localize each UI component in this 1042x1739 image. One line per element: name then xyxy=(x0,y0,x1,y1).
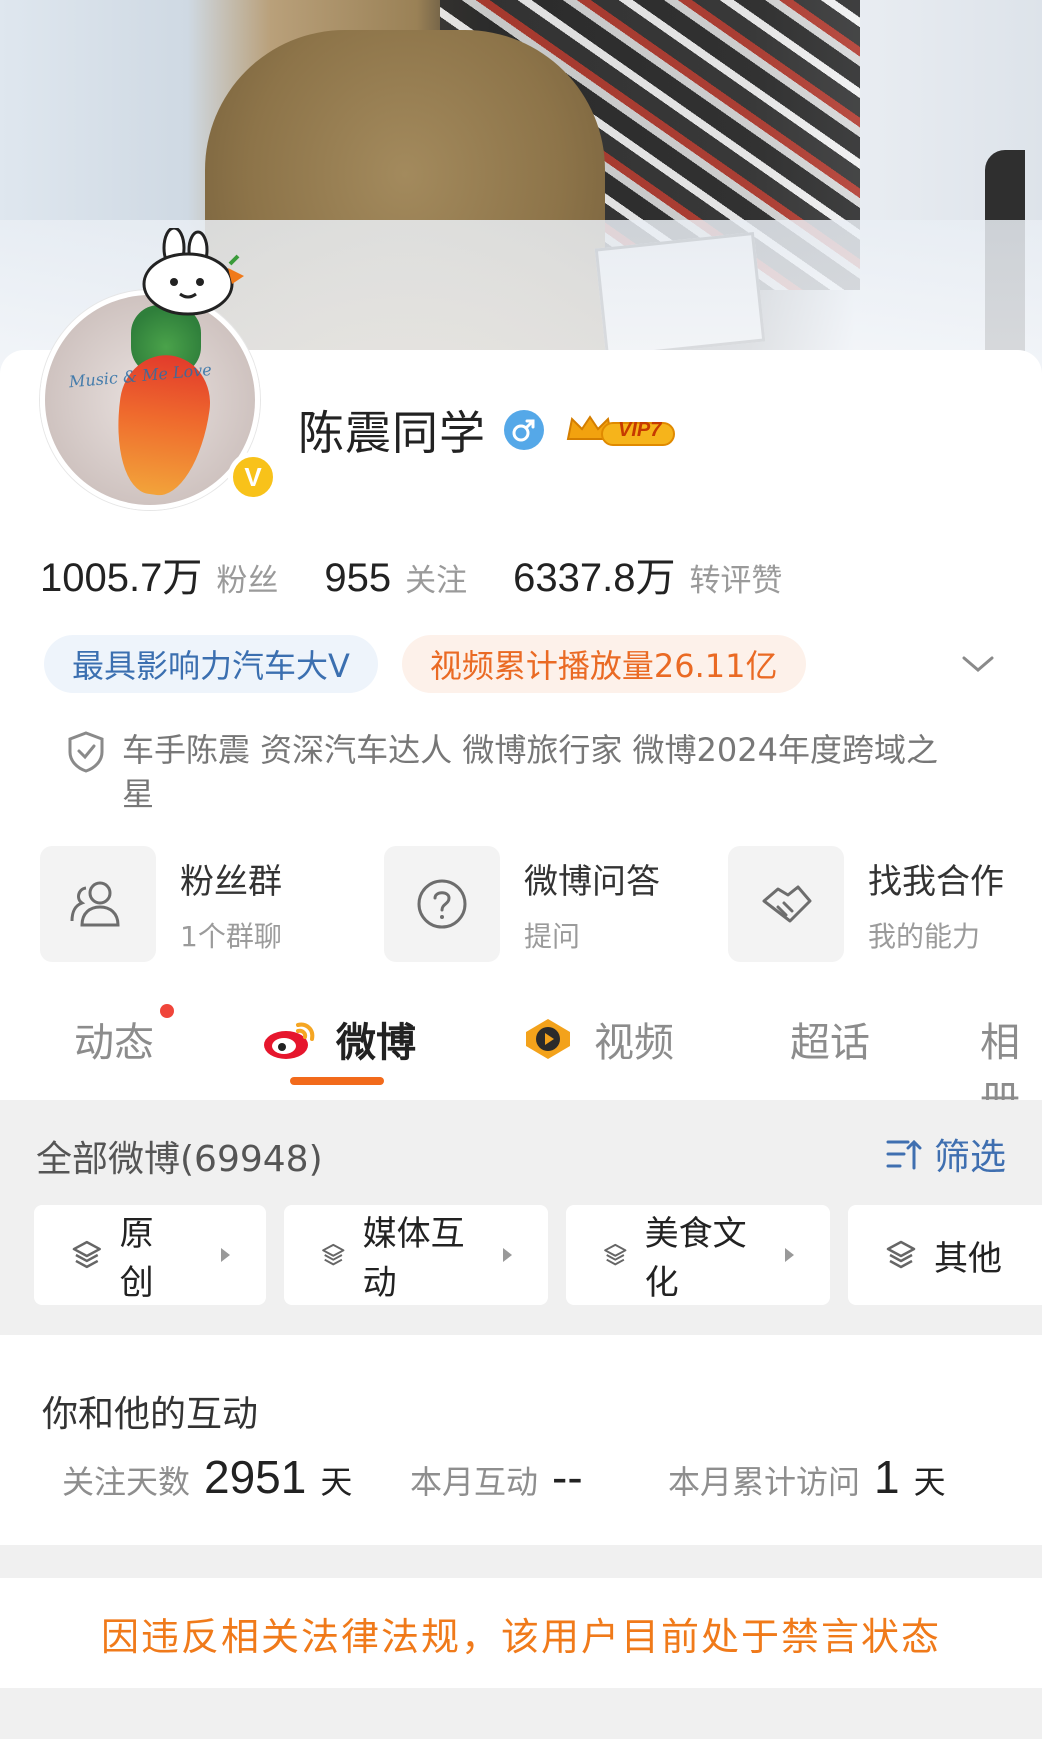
weibo-logo-icon xyxy=(264,1022,315,1059)
service-title: 粉丝群 xyxy=(180,861,282,902)
all-weibo-count: 全部微博(69948) xyxy=(36,1139,323,1180)
stat-likes-value: 6337.8万 xyxy=(513,556,676,600)
layers-icon xyxy=(322,1243,345,1266)
chip-media-interaction[interactable]: 媒体互动 xyxy=(284,1205,548,1305)
service-subtitle: 我的能力 xyxy=(868,919,981,953)
stat-following-label: 关注 xyxy=(405,563,468,599)
layers-icon xyxy=(886,1240,916,1269)
verified-v-text: V xyxy=(244,461,262,492)
interaction-visits: 本月累计访问 1 天 xyxy=(668,1450,988,1504)
vip-label: VIP7 xyxy=(618,419,662,441)
interaction-month: 本月互动 -- xyxy=(410,1450,668,1504)
service-subtitle: 1个群聊 xyxy=(180,919,282,953)
service-fan-group[interactable]: 粉丝群 1个群聊 xyxy=(40,844,384,964)
layers-icon xyxy=(72,1240,101,1269)
caret-right-icon xyxy=(785,1248,794,1262)
chip-label: 其他 xyxy=(934,1238,1002,1279)
question-icon xyxy=(417,879,467,929)
filter-icon xyxy=(886,1139,922,1170)
interaction-value: 1 xyxy=(874,1451,900,1503)
stat-fans[interactable]: 1005.7万 粉丝 xyxy=(40,545,278,603)
caret-right-icon xyxy=(221,1248,230,1262)
chevron-down-icon[interactable] xyxy=(960,650,996,678)
avatar-image[interactable]: Music & Me Love xyxy=(40,290,260,510)
service-weibo-qa[interactable]: 微博问答 提问 xyxy=(384,844,728,964)
tab-feed-label: 动态 xyxy=(74,1020,154,1066)
tag-video-plays[interactable]: 视频累计播放量26.11亿 xyxy=(401,635,806,693)
tab-video[interactable]: 视频 xyxy=(520,1010,674,1068)
category-chips: 原创 媒体互动 美食文化 其他 xyxy=(34,1205,1042,1305)
tab-weibo[interactable]: 微博 xyxy=(260,1010,416,1068)
tab-weibo-label: 微博 xyxy=(336,1020,416,1066)
video-tab-icon xyxy=(526,1019,570,1059)
verified-v-badge: V xyxy=(228,452,278,502)
interaction-value: -- xyxy=(552,1451,583,1503)
service-title: 微博问答 xyxy=(524,861,660,902)
bunny-sticker-icon xyxy=(142,228,244,316)
stat-fans-label: 粉丝 xyxy=(216,563,279,599)
tag-pills: 最具影响力汽车大V 视频累计播放量26.11亿 xyxy=(44,635,806,693)
tag-influence[interactable]: 最具影响力汽车大V xyxy=(44,635,378,693)
chip-food-culture[interactable]: 美食文化 xyxy=(566,1205,830,1305)
profile-name[interactable]: 陈震同学 xyxy=(298,397,486,463)
interaction-key: 本月互动 xyxy=(410,1463,539,1501)
notification-dot xyxy=(160,1004,174,1018)
service-subtitle: 提问 xyxy=(524,919,581,953)
filter-button[interactable]: 筛选 xyxy=(884,1128,1006,1180)
interaction-key: 关注天数 xyxy=(62,1463,191,1501)
tab-feed[interactable]: 动态 xyxy=(74,1010,154,1068)
service-title: 找我合作 xyxy=(868,861,1004,902)
interaction-key: 本月累计访问 xyxy=(668,1463,861,1501)
avatar[interactable]: Music & Me Love V xyxy=(40,228,278,510)
chip-original[interactable]: 原创 xyxy=(34,1205,266,1305)
chip-other[interactable]: 其他 xyxy=(848,1205,1042,1305)
stats-row: 1005.7万 粉丝 955 关注 6337.8万 转评赞 xyxy=(40,545,782,605)
verification-text: 车手陈震 资深汽车达人 微博旅行家 微博2024年度跨域之星 xyxy=(122,731,938,813)
tab-video-label: 视频 xyxy=(594,1020,674,1066)
tab-supertopic[interactable]: 超话 xyxy=(790,1010,870,1068)
service-cooperation[interactable]: 找我合作 我的能力 xyxy=(728,844,1042,964)
caret-right-icon xyxy=(503,1248,512,1262)
handshake-icon xyxy=(762,885,812,923)
stat-likes-label: 转评赞 xyxy=(689,563,783,599)
chip-label: 媒体互动 xyxy=(362,1214,465,1303)
tab-supertopic-label: 超话 xyxy=(790,1020,870,1066)
ban-notice-text: 因违反相关法律法规，该用户目前处于禁言状态 xyxy=(100,1614,941,1659)
interaction-card xyxy=(0,1335,1042,1545)
interaction-unit: 天 xyxy=(320,1463,353,1501)
chip-label: 美食文化 xyxy=(644,1214,747,1303)
vip-badge[interactable]: VIP7 xyxy=(562,409,678,451)
interaction-stats: 关注天数 2951 天 本月互动 -- 本月累计访问 1 天 xyxy=(62,1450,1022,1510)
layers-icon xyxy=(604,1243,627,1266)
chip-label: 原创 xyxy=(119,1214,154,1303)
name-row: 陈震同学 VIP7 xyxy=(298,400,678,460)
filter-label: 筛选 xyxy=(934,1137,1007,1178)
male-gender-icon xyxy=(504,410,544,450)
stat-likes[interactable]: 6337.8万 转评赞 xyxy=(513,545,782,603)
stat-following-value: 955 xyxy=(324,556,392,600)
ban-notice: 因违反相关法律法规，该用户目前处于禁言状态 xyxy=(0,1578,1042,1688)
active-tab-indicator xyxy=(290,1077,384,1085)
services-row: 粉丝群 1个群聊 微博问答 提问 找我合作 我的能力 xyxy=(40,844,1042,964)
shield-icon xyxy=(68,731,104,773)
users-icon xyxy=(70,881,120,927)
interaction-value: 2951 xyxy=(204,1451,307,1503)
interaction-unit: 天 xyxy=(913,1463,946,1501)
stat-following[interactable]: 955 关注 xyxy=(324,555,467,601)
stat-fans-value: 1005.7万 xyxy=(40,556,203,600)
interaction-title: 你和他的互动 xyxy=(42,1394,259,1435)
interaction-follow-days: 关注天数 2951 天 xyxy=(62,1450,410,1504)
verification-info: 车手陈震 资深汽车达人 微博旅行家 微博2024年度跨域之星 xyxy=(66,728,946,816)
